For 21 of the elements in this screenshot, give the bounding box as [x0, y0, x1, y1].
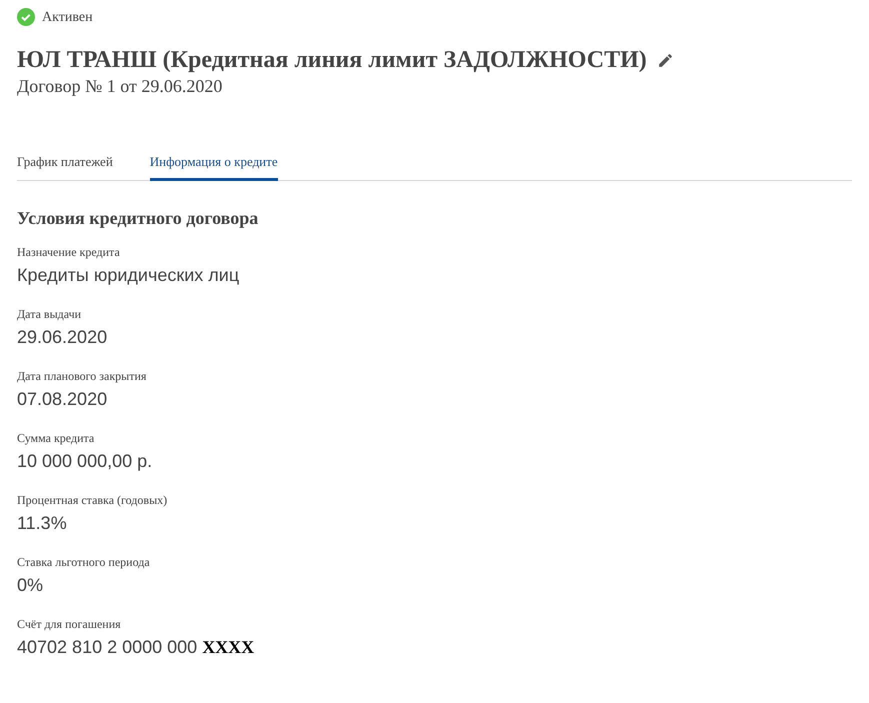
field-value: 07.08.2020 [17, 388, 108, 411]
field-value: 40702 810 2 0000 000 XXXX [17, 636, 256, 659]
pencil-icon[interactable] [656, 52, 674, 68]
page-title: ЮЛ ТРАНШ (Кредитная линия лимит ЗАДОЛЖНОСТИ) [17, 46, 647, 75]
field-value: Кредиты юридических лиц [17, 264, 240, 287]
field-label: Сумма кредита [17, 430, 96, 446]
field-label: Процентная ставка (годовых) [17, 492, 168, 508]
contract-subtitle: Договор № 1 от 29.06.2020 [17, 75, 224, 97]
field-label: Счёт для погашения [17, 616, 122, 632]
section-title: Условия кредитного договора [17, 207, 260, 230]
tab[interactable]: Информация о кредите [150, 147, 278, 181]
field-label: Назначение кредита [17, 244, 121, 260]
field-value: 0% [17, 574, 44, 597]
field-label: Дата выдачи [17, 306, 82, 322]
status-label: Активен [42, 8, 93, 26]
field-label: Ставка льготного периода [17, 554, 151, 570]
field-value: 10 000 000,00 р. [17, 450, 154, 473]
field-value: 11.3% [17, 512, 68, 535]
field-value: 29.06.2020 [17, 326, 108, 349]
field-label: Дата планового закрытия [17, 368, 148, 384]
tab[interactable]: График платежей [17, 147, 113, 181]
